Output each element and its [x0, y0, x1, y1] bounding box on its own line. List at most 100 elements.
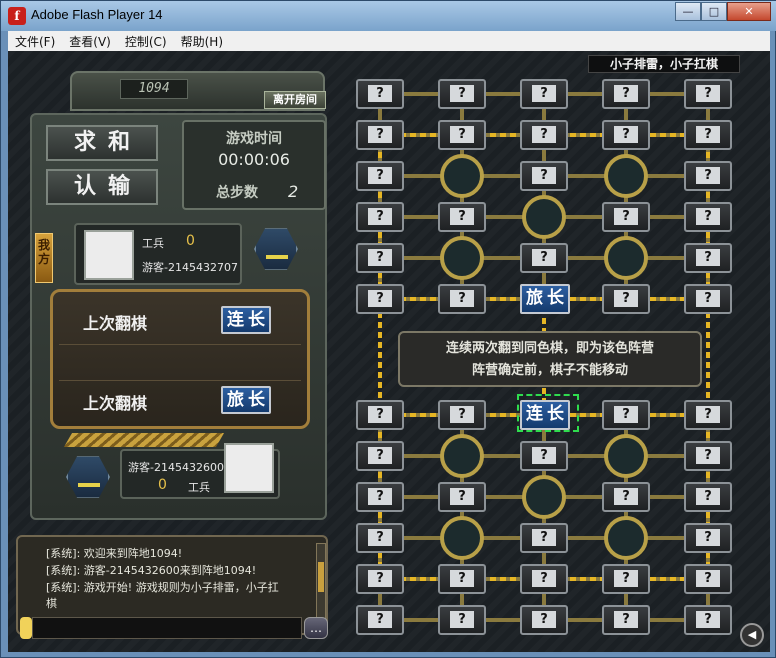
board-piece-hidden[interactable]: ?: [684, 605, 732, 635]
board-piece-hidden[interactable]: ?: [356, 564, 404, 594]
board-piece-hidden[interactable]: ?: [602, 605, 650, 635]
board-piece-hidden[interactable]: ?: [438, 400, 486, 430]
camp-circle[interactable]: [604, 236, 648, 280]
camp-circle[interactable]: [440, 434, 484, 478]
board-piece-hidden[interactable]: ?: [602, 120, 650, 150]
board-piece-hidden[interactable]: ?: [520, 605, 568, 635]
board-piece-hidden[interactable]: ?: [684, 243, 732, 273]
hidden-mark: ?: [696, 85, 720, 102]
board-piece-hidden[interactable]: ?: [684, 400, 732, 430]
camp-circle[interactable]: [604, 516, 648, 560]
board-piece-hidden[interactable]: ?: [684, 523, 732, 553]
board-piece-hidden[interactable]: ?: [602, 564, 650, 594]
resign-button[interactable]: 认输: [46, 169, 158, 205]
opponent-name: 游客-2145432600: [128, 461, 224, 474]
camp-circle[interactable]: [440, 236, 484, 280]
board-piece-hidden[interactable]: ?: [356, 523, 404, 553]
board-piece-hidden[interactable]: ?: [356, 284, 404, 314]
minimize-button[interactable]: —: [675, 2, 701, 21]
board-piece-hidden[interactable]: ?: [438, 202, 486, 232]
board-piece-hidden[interactable]: ?: [602, 79, 650, 109]
board-piece-hidden[interactable]: ?: [520, 564, 568, 594]
camp-circle[interactable]: [522, 475, 566, 519]
room-header: 1094 离开房间: [70, 71, 326, 111]
hidden-mark: ?: [614, 406, 638, 423]
close-button[interactable]: ✕: [727, 2, 771, 21]
sound-icon[interactable]: ◀: [740, 623, 764, 647]
draw-button[interactable]: 求和: [46, 125, 158, 161]
hidden-mark: ?: [696, 406, 720, 423]
hidden-mark: ?: [450, 85, 474, 102]
menu-help[interactable]: 帮助(H): [174, 33, 230, 50]
selection-highlight: [517, 394, 579, 432]
hidden-mark: ?: [696, 249, 720, 266]
camp-circle[interactable]: [604, 434, 648, 478]
hidden-mark: ?: [368, 126, 392, 143]
timer-value: 00:00:06: [218, 150, 290, 169]
board-piece-hidden[interactable]: ?: [520, 120, 568, 150]
board-piece-hidden[interactable]: ?: [356, 202, 404, 232]
camp-circle[interactable]: [604, 154, 648, 198]
board-piece-revealed[interactable]: 旅长: [520, 284, 570, 314]
menu-control[interactable]: 控制(C): [118, 33, 174, 50]
board-piece-hidden[interactable]: ?: [438, 605, 486, 635]
board-piece-hidden[interactable]: ?: [438, 120, 486, 150]
board-piece-hidden[interactable]: ?: [684, 482, 732, 512]
chat-scrollbar[interactable]: [316, 543, 326, 627]
last-flip-panel: 上次翻棋 连长 上次翻棋 旅长: [50, 289, 310, 429]
hidden-mark: ?: [696, 167, 720, 184]
board-piece-hidden[interactable]: ?: [520, 161, 568, 191]
board-piece-hidden[interactable]: ?: [684, 564, 732, 594]
camp-circle[interactable]: [440, 154, 484, 198]
board-piece-hidden[interactable]: ?: [684, 441, 732, 471]
menu-view[interactable]: 查看(V): [62, 33, 118, 50]
window-title: Adobe Flash Player 14: [31, 7, 163, 22]
camp-circle[interactable]: [522, 195, 566, 239]
hidden-mark: ?: [532, 126, 556, 143]
hidden-mark: ?: [450, 488, 474, 505]
title-bar[interactable]: f Adobe Flash Player 14 — □ ✕: [1, 1, 776, 31]
opponent-score: 0: [158, 477, 167, 493]
timer-label: 游戏时间: [226, 131, 282, 147]
board-piece-hidden[interactable]: ?: [356, 79, 404, 109]
board-piece-hidden[interactable]: ?: [684, 79, 732, 109]
maximize-button[interactable]: □: [701, 2, 727, 21]
hidden-mark: ?: [450, 208, 474, 225]
board-piece-hidden[interactable]: ?: [356, 161, 404, 191]
board-piece-hidden[interactable]: ?: [520, 523, 568, 553]
board-piece-hidden[interactable]: ?: [520, 243, 568, 273]
board-piece-hidden[interactable]: ?: [684, 202, 732, 232]
board-piece-hidden[interactable]: ?: [356, 120, 404, 150]
board-piece-hidden[interactable]: ?: [602, 400, 650, 430]
board-piece-hidden[interactable]: ?: [356, 482, 404, 512]
leave-room-button[interactable]: 离开房间: [264, 91, 326, 109]
steps-value: 2: [288, 182, 299, 201]
hidden-mark: ?: [696, 529, 720, 546]
board-piece-hidden[interactable]: ?: [602, 284, 650, 314]
hidden-mark: ?: [368, 249, 392, 266]
chat-input[interactable]: [32, 617, 302, 639]
hidden-mark: ?: [368, 208, 392, 225]
board-piece-hidden[interactable]: ?: [684, 161, 732, 191]
board-piece-hidden[interactable]: ?: [602, 202, 650, 232]
notice-line-1: 连续两次翻到同色棋，即为该色阵营: [445, 341, 654, 356]
board-piece-hidden[interactable]: ?: [438, 482, 486, 512]
board-piece-hidden[interactable]: ?: [520, 79, 568, 109]
hidden-mark: ?: [696, 570, 720, 587]
board-piece-hidden[interactable]: ?: [520, 441, 568, 471]
camp-circle[interactable]: [440, 516, 484, 560]
chat-scroll-thumb[interactable]: [318, 562, 324, 592]
my-score: 0: [186, 233, 195, 249]
menu-file[interactable]: 文件(F): [8, 33, 62, 50]
board-piece-hidden[interactable]: ?: [684, 284, 732, 314]
board-piece-hidden[interactable]: ?: [684, 120, 732, 150]
board-piece-hidden[interactable]: ?: [356, 605, 404, 635]
board-piece-hidden[interactable]: ?: [438, 564, 486, 594]
board-piece-hidden[interactable]: ?: [438, 79, 486, 109]
chat-send-icon[interactable]: …: [304, 617, 328, 639]
board-piece-hidden[interactable]: ?: [356, 400, 404, 430]
board-piece-hidden[interactable]: ?: [438, 284, 486, 314]
board-piece-hidden[interactable]: ?: [602, 482, 650, 512]
board-piece-hidden[interactable]: ?: [356, 243, 404, 273]
board-piece-hidden[interactable]: ?: [356, 441, 404, 471]
